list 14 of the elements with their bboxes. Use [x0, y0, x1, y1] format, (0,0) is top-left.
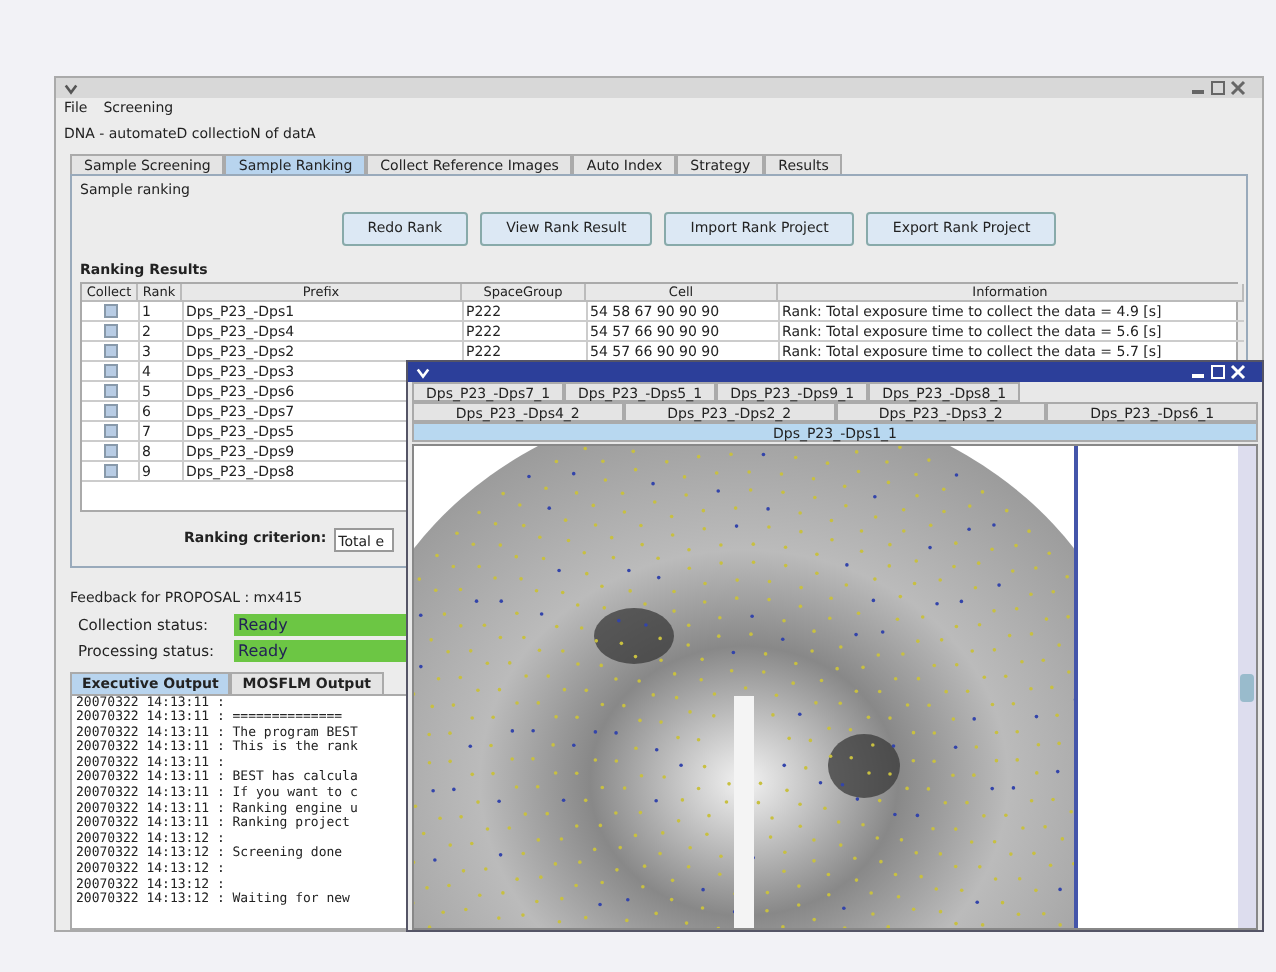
- collect-checkbox[interactable]: [103, 383, 117, 397]
- scroll-thumb[interactable]: [1240, 673, 1254, 701]
- collect-checkbox[interactable]: [103, 343, 117, 357]
- scrollbar[interactable]: [1238, 446, 1256, 928]
- collect-checkbox[interactable]: [103, 403, 117, 417]
- collect-checkbox[interactable]: [103, 443, 117, 457]
- window-menu-icon[interactable]: [64, 81, 78, 95]
- collect-checkbox[interactable]: [103, 363, 117, 377]
- close-icon[interactable]: [1230, 80, 1246, 96]
- collect-checkbox[interactable]: [103, 303, 117, 317]
- maximize-icon[interactable]: [1210, 80, 1226, 96]
- collect-checkbox[interactable]: [103, 423, 117, 437]
- collect-checkbox[interactable]: [103, 323, 117, 337]
- collect-checkbox[interactable]: [103, 463, 117, 477]
